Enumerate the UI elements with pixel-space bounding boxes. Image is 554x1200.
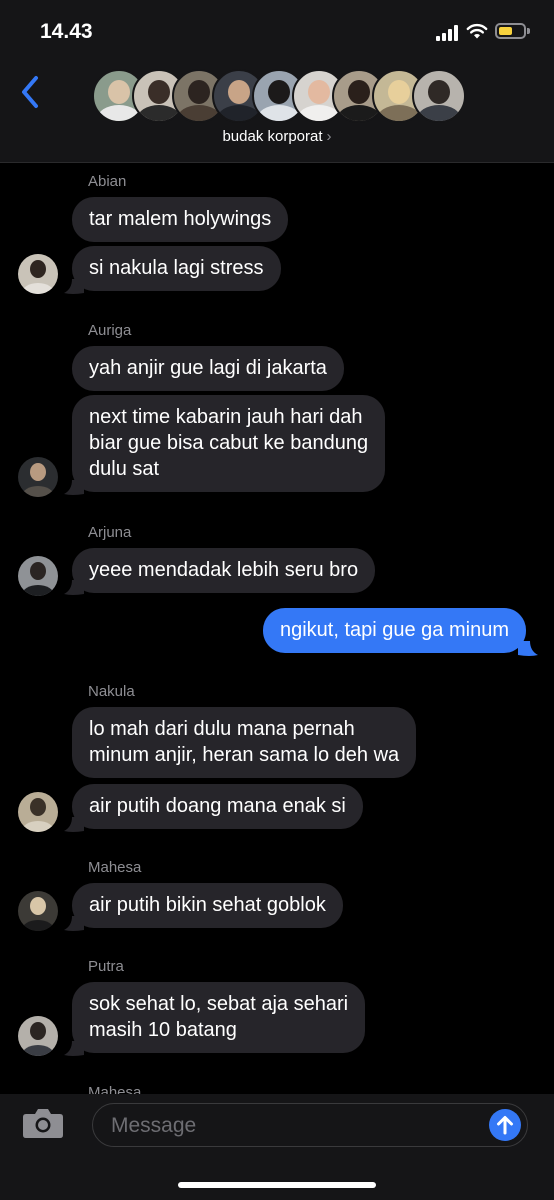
bubble-tail xyxy=(64,817,84,832)
message-bubble[interactable]: air putih doang mana enak si xyxy=(72,784,363,829)
message-bubble[interactable]: si nakula lagi stress xyxy=(72,246,281,291)
cellular-signal-icon xyxy=(436,25,458,41)
bubble-tail xyxy=(64,580,84,595)
message-bubble[interactable]: yeee mendadak lebih seru bro xyxy=(72,548,376,593)
sender-name: Auriga xyxy=(88,322,132,339)
conversation-header: budak korporat › xyxy=(0,62,554,163)
group-name[interactable]: budak korporat › xyxy=(0,128,554,145)
status-bar: 14.43 xyxy=(0,0,554,62)
chevron-left-icon[interactable] xyxy=(18,72,44,112)
message-bubble[interactable]: tar malem holywings xyxy=(72,197,289,242)
message-bubble[interactable]: lo mah dari dulu mana pernah minum anjir… xyxy=(72,707,417,778)
bubble-tail xyxy=(64,480,84,495)
message-bubble[interactable]: air putih bikin sehat goblok xyxy=(72,883,343,928)
message-input-placeholder: Message xyxy=(111,1114,197,1137)
compose-bar: Message xyxy=(0,1094,554,1200)
sender-name: Mahesa xyxy=(88,859,142,876)
group-name-label: budak korporat xyxy=(222,128,323,145)
avatar[interactable] xyxy=(18,254,58,294)
wifi-icon xyxy=(466,23,488,39)
avatar[interactable] xyxy=(18,792,58,832)
avatar[interactable] xyxy=(18,1016,58,1056)
status-time: 14.43 xyxy=(40,20,93,43)
bubble-tail xyxy=(64,916,84,931)
group-avatar xyxy=(412,69,466,123)
sender-name: Abian xyxy=(88,173,127,190)
arrow-up-icon xyxy=(497,1116,513,1135)
avatar[interactable] xyxy=(18,457,58,497)
message-bubble[interactable]: yah anjir gue lagi di jakarta xyxy=(72,346,344,391)
message-bubble[interactable]: sok sehat lo, sebat aja sehari masih 10 … xyxy=(72,982,366,1053)
sender-name: Arjuna xyxy=(88,524,132,541)
home-indicator xyxy=(178,1182,376,1188)
bubble-tail xyxy=(64,279,84,294)
chevron-right-icon: › xyxy=(326,128,332,145)
sender-name: Nakula xyxy=(88,683,135,700)
avatar[interactable] xyxy=(18,556,58,596)
message-bubble-sent[interactable]: ngikut, tapi gue ga minum xyxy=(262,608,526,653)
bubble-tail xyxy=(64,1041,84,1056)
message-input[interactable]: Message xyxy=(92,1103,528,1147)
send-button[interactable] xyxy=(489,1109,521,1141)
camera-icon[interactable] xyxy=(22,1107,64,1139)
bubble-tail xyxy=(518,641,538,656)
battery-icon xyxy=(495,23,530,39)
message-bubble[interactable]: next time kabarin jauh hari dah biar gue… xyxy=(72,395,386,492)
sender-name: Putra xyxy=(88,958,124,975)
avatar[interactable] xyxy=(18,891,58,931)
